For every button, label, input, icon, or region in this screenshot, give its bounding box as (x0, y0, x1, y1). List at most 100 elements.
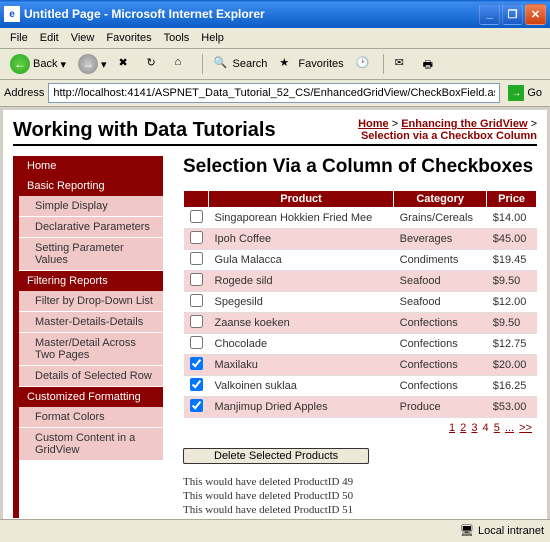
menu-favorites[interactable]: Favorites (100, 30, 157, 46)
cell-product: Valkoinen suklaa (209, 376, 394, 397)
toolbar-separator (202, 54, 203, 74)
cell-category: Confections (394, 376, 487, 397)
menu-edit[interactable]: Edit (34, 30, 65, 46)
nav-item[interactable]: Details of Selected Row (19, 366, 163, 387)
refresh-button[interactable]: ↻ (143, 54, 167, 74)
go-button[interactable]: →Go (504, 84, 546, 102)
column-header (184, 191, 209, 208)
cell-product: Spegesild (209, 292, 394, 313)
cell-category: Seafood (394, 292, 487, 313)
row-checkbox[interactable] (190, 315, 203, 328)
row-checkbox[interactable] (190, 252, 203, 265)
go-icon: → (508, 85, 524, 101)
cell-price: $53.00 (487, 397, 537, 418)
cell-category: Confections (394, 313, 487, 334)
nav-item[interactable]: Declarative Parameters (19, 217, 163, 238)
pager-page[interactable]: 2 (460, 422, 466, 434)
column-header: Product (209, 191, 394, 208)
menu-bar: File Edit View Favorites Tools Help (0, 28, 550, 49)
history-icon: 🕑 (356, 56, 372, 72)
row-checkbox[interactable] (190, 378, 203, 391)
pager-page[interactable]: 5 (494, 422, 500, 434)
cell-price: $14.00 (487, 208, 537, 229)
close-button[interactable]: ✕ (525, 4, 546, 25)
delete-selected-button[interactable]: Delete Selected Products (183, 448, 369, 464)
nav-header[interactable]: Basic Reporting (19, 176, 163, 196)
cell-product: Maxilaku (209, 355, 394, 376)
address-input[interactable] (48, 83, 500, 103)
row-checkbox[interactable] (190, 210, 203, 223)
star-icon: ★ (279, 56, 295, 72)
nav-item[interactable]: Master-Details-Details (19, 312, 163, 333)
pager-page[interactable]: 3 (471, 422, 477, 434)
cell-price: $16.25 (487, 376, 537, 397)
cell-price: $45.00 (487, 229, 537, 250)
history-button[interactable]: 🕑 (352, 54, 376, 74)
cell-category: Produce (394, 397, 487, 418)
search-button[interactable]: 🔍Search (210, 54, 272, 74)
nav-header[interactable]: Home (19, 156, 163, 176)
menu-tools[interactable]: Tools (158, 30, 196, 46)
nav-header[interactable]: Filtering Reports (19, 271, 163, 291)
cell-price: $12.75 (487, 334, 537, 355)
home-button[interactable]: ⌂ (171, 54, 195, 74)
table-row: Manjimup Dried ApplesProduce$53.00 (184, 397, 537, 418)
cell-category: Beverages (394, 229, 487, 250)
ie-icon: e (4, 6, 20, 22)
back-button[interactable]: ←Back ▾ (6, 52, 70, 76)
sidebar-nav: HomeBasic ReportingSimple DisplayDeclara… (13, 156, 163, 518)
table-row: Ipoh CoffeeBeverages$45.00 (184, 229, 537, 250)
nav-header[interactable]: Customized Formatting (19, 387, 163, 407)
result-message: This would have deleted ProductID 50 (183, 490, 537, 502)
nav-item[interactable]: Setting Parameter Values (19, 238, 163, 271)
menu-help[interactable]: Help (195, 30, 230, 46)
minimize-button[interactable]: _ (479, 4, 500, 25)
address-label: Address (4, 87, 44, 99)
pager: 1 2 3 4 5 ... >> (183, 418, 537, 438)
forward-button[interactable]: → ▾ (74, 52, 111, 76)
restore-button[interactable]: ❐ (502, 4, 523, 25)
favorites-button[interactable]: ★Favorites (275, 54, 347, 74)
window-title: Untitled Page - Microsoft Internet Explo… (24, 7, 477, 21)
pager-page[interactable]: 1 (449, 422, 455, 434)
cell-price: $9.50 (487, 271, 537, 292)
cell-category: Grains/Cereals (394, 208, 487, 229)
menu-view[interactable]: View (65, 30, 101, 46)
security-zone: 🖥 Local intranet (460, 524, 544, 537)
breadcrumb-home[interactable]: Home (358, 118, 389, 130)
row-checkbox[interactable] (190, 336, 203, 349)
cell-product: Zaanse koeken (209, 313, 394, 334)
pager-more[interactable]: ... (505, 422, 514, 434)
table-row: Gula MalaccaCondiments$19.45 (184, 250, 537, 271)
row-checkbox[interactable] (190, 294, 203, 307)
menu-file[interactable]: File (4, 30, 34, 46)
nav-item[interactable]: Master/Detail Across Two Pages (19, 333, 163, 366)
nav-item[interactable]: Filter by Drop-Down List (19, 291, 163, 312)
content-heading: Selection Via a Column of Checkboxes (183, 156, 537, 178)
stop-icon: ✖ (119, 56, 135, 72)
print-button[interactable]: 🖶 (419, 54, 443, 74)
cell-product: Ipoh Coffee (209, 229, 394, 250)
browser-viewport[interactable]: Working with Data Tutorials Home > Enhan… (0, 107, 550, 519)
result-message: This would have deleted ProductID 51 (183, 504, 537, 516)
cell-category: Confections (394, 334, 487, 355)
breadcrumb-section[interactable]: Enhancing the GridView (401, 118, 527, 130)
row-checkbox[interactable] (190, 273, 203, 286)
window-titlebar: e Untitled Page - Microsoft Internet Exp… (0, 0, 550, 28)
pager-next[interactable]: >> (519, 422, 532, 434)
cell-product: Chocolade (209, 334, 394, 355)
table-row: ChocoladeConfections$12.75 (184, 334, 537, 355)
cell-price: $9.50 (487, 313, 537, 334)
stop-button[interactable]: ✖ (115, 54, 139, 74)
nav-item[interactable]: Simple Display (19, 196, 163, 217)
mail-button[interactable]: ✉ (391, 54, 415, 74)
nav-item[interactable]: Custom Content in a GridView (19, 428, 163, 461)
row-checkbox[interactable] (190, 399, 203, 412)
nav-item[interactable]: Format Colors (19, 407, 163, 428)
row-checkbox[interactable] (190, 357, 203, 370)
row-checkbox[interactable] (190, 231, 203, 244)
toolbar-separator (383, 54, 384, 74)
cell-product: Singaporean Hokkien Fried Mee (209, 208, 394, 229)
pager-page: 4 (483, 422, 489, 434)
table-row: Zaanse koekenConfections$9.50 (184, 313, 537, 334)
